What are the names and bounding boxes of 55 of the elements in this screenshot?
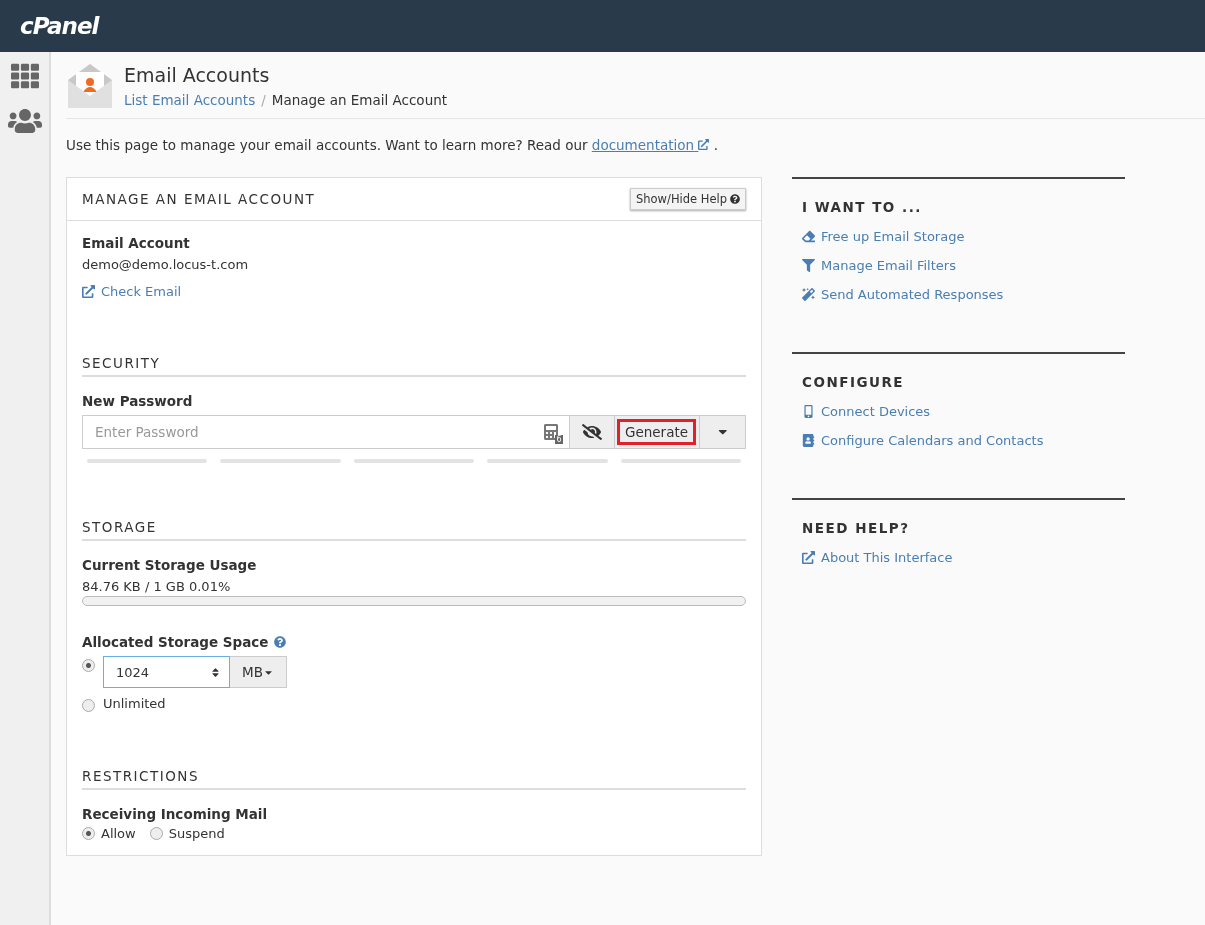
radio[interactable] xyxy=(149,827,163,840)
radio[interactable] xyxy=(82,827,95,840)
field-label: Current Storage Usage xyxy=(82,557,258,573)
sidebar-link[interactable]: About This Interface xyxy=(802,550,1115,565)
field-label: Receiving Incoming Mail xyxy=(82,806,269,822)
check-email-link[interactable]: Check Email xyxy=(82,284,746,299)
radio[interactable] xyxy=(82,699,95,712)
radio-label: Suspend xyxy=(168,826,225,841)
logo[interactable]: cPanel xyxy=(20,13,99,39)
panel-title: MANAGE AN EMAIL ACCOUNT xyxy=(82,191,316,207)
filter-icon xyxy=(802,259,815,272)
sidebar-link[interactable]: Configure Calendars and Contacts xyxy=(802,433,1115,448)
section-title: SECURITY xyxy=(82,355,162,371)
sidebar-heading: CONFIGURE xyxy=(802,374,906,390)
breadcrumb-separator: / xyxy=(261,92,266,108)
external-link-icon xyxy=(802,551,815,564)
unit-dropdown[interactable]: MB xyxy=(230,656,287,688)
radio-label: Unlimited xyxy=(103,696,166,711)
help-button[interactable]: Show/Hide Help xyxy=(630,188,746,210)
eye-slash-icon xyxy=(581,422,602,442)
magic-wand-icon xyxy=(802,288,815,301)
address-book-icon xyxy=(802,434,815,447)
sidebar-heading: NEED HELP? xyxy=(802,520,911,536)
quota-input[interactable]: 1024 xyxy=(103,656,230,688)
help-icon[interactable] xyxy=(274,636,287,648)
intro-text: Use this page to manage your email accounts. Want to learn more? Read our documentation . xyxy=(66,137,719,153)
sidebar-link[interactable]: Send Automated Responses xyxy=(802,287,1115,302)
usage-text: 84.76 KB / 1 GB 0.01% xyxy=(82,579,232,594)
generate-button[interactable]: Generate xyxy=(613,416,699,448)
sidebar-link[interactable]: Manage Email Filters xyxy=(802,258,1115,273)
sidebar-link[interactable]: Free up Email Storage xyxy=(802,229,1115,244)
sidebar-heading: I WANT TO ... xyxy=(802,199,923,215)
grid-icon[interactable] xyxy=(10,62,39,90)
section-title: RESTRICTIONS xyxy=(82,768,201,784)
breadcrumb-current: Manage an Email Account xyxy=(271,92,448,108)
field-label: Email Account xyxy=(82,235,191,251)
external-link-icon xyxy=(82,285,95,298)
sidebar-link[interactable]: Connect Devices xyxy=(802,404,1115,419)
phone-icon xyxy=(802,405,815,418)
field-label: New Password xyxy=(82,393,194,409)
section-title: STORAGE xyxy=(82,519,158,535)
radio-label: Allow xyxy=(101,826,136,841)
allocated-label: Allocated Storage Space xyxy=(82,634,269,650)
eraser-icon xyxy=(802,230,815,243)
external-link-icon xyxy=(698,139,710,150)
toggle-visibility-button[interactable] xyxy=(568,416,614,448)
radio[interactable] xyxy=(82,659,95,672)
envelope-icon xyxy=(66,62,114,110)
page-title: Email Accounts xyxy=(124,64,271,86)
spinner-icon[interactable] xyxy=(210,666,221,678)
breadcrumb-link[interactable]: List Email Accounts xyxy=(124,92,256,108)
password-field[interactable]: Enter Password 6 Generate xyxy=(82,415,746,449)
help-icon xyxy=(730,194,740,204)
email-address: demo@demo.locus-t.com xyxy=(82,257,250,272)
documentation-link[interactable]: documentation xyxy=(591,137,710,153)
